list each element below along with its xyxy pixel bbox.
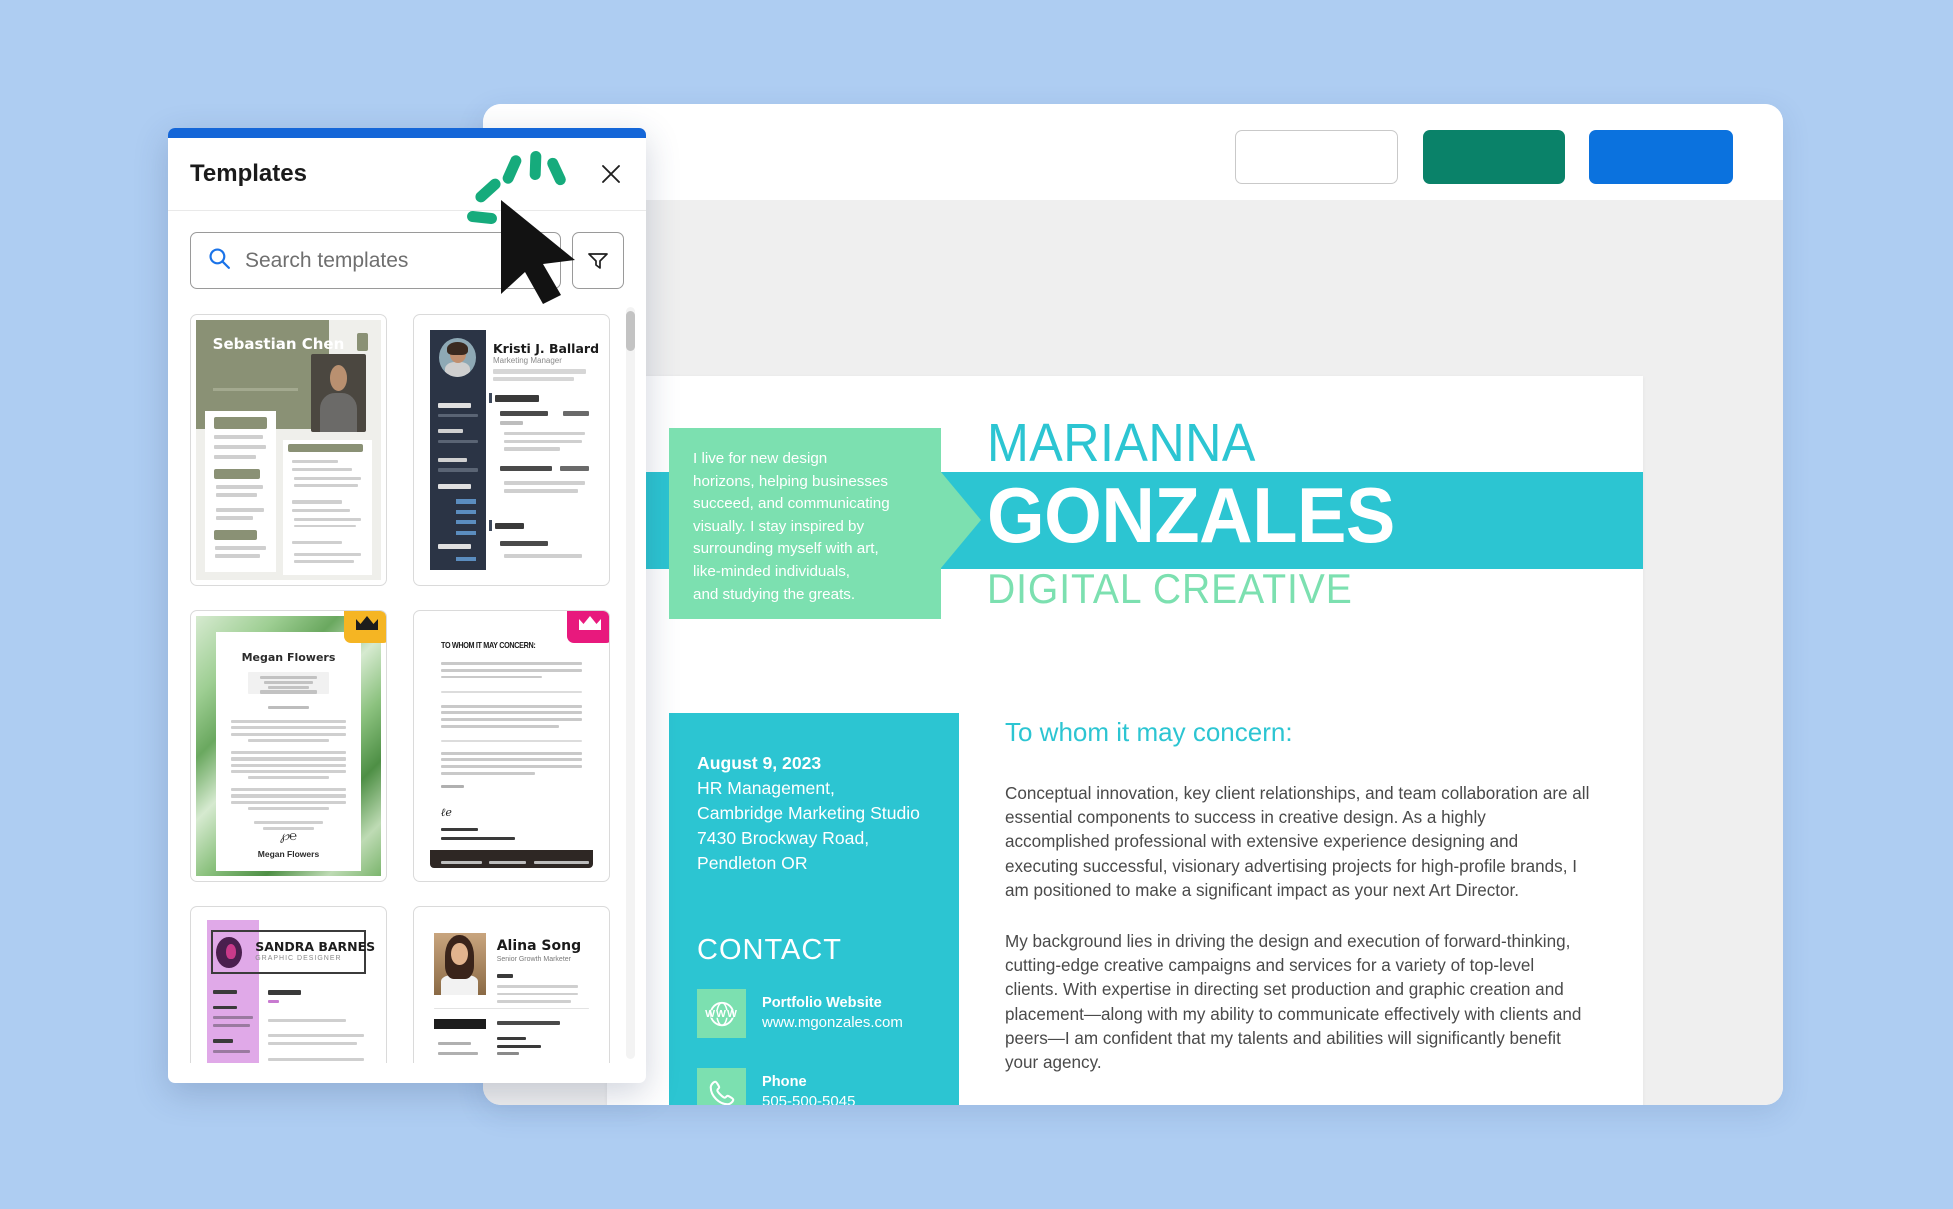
template-card-role: GRAPHIC DESIGNER	[255, 954, 342, 962]
panel-accent-bar	[168, 128, 646, 138]
hero-quote-line: I live for new design	[693, 450, 828, 467]
template-card-name: Megan Flowers	[241, 650, 336, 664]
toolbar-blue-button[interactable]	[1589, 130, 1733, 184]
hero-name-block: MARIANNA GONZALES DIGITAL CREATIVE	[987, 376, 1416, 610]
document-hero: I live for new design horizons, helping …	[607, 376, 1643, 661]
template-card-megan-flowers[interactable]: Megan Flowers ℘℮ Megan Flowers	[190, 610, 387, 882]
template-card-alina-song[interactable]: Alina Song Senior Growth Marketer	[413, 906, 610, 1063]
template-card-kristi-ballard[interactable]: Kristi J. Ballard Marketing Manager	[413, 314, 610, 586]
template-card-role: Marketing Manager	[493, 356, 562, 366]
hero-role: DIGITAL CREATIVE	[987, 565, 1353, 612]
search-placeholder: Search templates	[245, 248, 409, 272]
address-line: Cambridge Marketing Studio	[697, 803, 920, 823]
contact-value: 505-500-5045	[762, 1093, 856, 1105]
hero-first-name: MARIANNA	[987, 413, 1256, 473]
app-window: I live for new design horizons, helping …	[483, 104, 1783, 1105]
address-line: 7430 Brockway Road,	[697, 828, 870, 848]
canvas-area[interactable]: I live for new design horizons, helping …	[483, 200, 1783, 1105]
hero-quote-line: surrounding myself with art,	[693, 540, 879, 558]
letter-paragraph: My background lies in driving the design…	[1005, 932, 1582, 1073]
contact-label: Phone	[762, 1074, 807, 1090]
app-toolbar	[483, 104, 1783, 200]
address-line: Pendleton OR	[697, 853, 808, 873]
templates-search-bar: Search templates	[168, 211, 646, 303]
template-card-name: TO WHOM IT MAY CONCERN:	[440, 639, 536, 650]
letter-paragraph: Conceptual innovation, key client relati…	[1005, 784, 1590, 900]
crown-icon	[567, 611, 609, 643]
panel-title: Templates	[190, 160, 307, 187]
toolbar-green-button[interactable]	[1423, 130, 1565, 184]
close-icon[interactable]	[596, 159, 626, 189]
hero-quote-line: and studying the greats.	[693, 585, 856, 603]
templates-scrollbar-track[interactable]	[626, 307, 635, 1059]
contact-value: www.mgonzales.com	[762, 1014, 903, 1031]
letter-content: To whom it may concern: Conceptual innov…	[959, 713, 1643, 1105]
hero-last-name: GONZALES	[987, 471, 1395, 559]
templates-grid-scroll-area[interactable]: Sebastian Chen Kristi J. Ballard Marketi…	[168, 303, 646, 1063]
template-card-sebastian-chen[interactable]: Sebastian Chen	[190, 314, 387, 586]
house-icon	[356, 333, 369, 352]
signature-mark: ℓe	[440, 805, 452, 819]
letter-greeting: To whom it may concern:	[1005, 717, 1293, 747]
hero-quote-line: horizons, helping businesses	[693, 472, 889, 490]
screen-root: I live for new design horizons, helping …	[0, 0, 1953, 1209]
hero-arrow	[941, 472, 981, 568]
template-card-name: Kristi J. Ballard	[493, 340, 600, 356]
filter-funnel-icon[interactable]	[572, 232, 624, 289]
hero-quote-line: succeed, and communicating	[693, 495, 890, 513]
signature-mark: ℘℮	[280, 829, 297, 845]
hero-quote-line: like-minded individuals,	[693, 562, 851, 580]
contact-row-website: WWW Portfolio Website www.mgonzales.com	[697, 989, 959, 1038]
letter-paragraph: With my keen ability to evolve conceptua…	[1005, 1102, 1591, 1105]
address-line: HR Management,	[697, 778, 835, 798]
hero-quote-box: I live for new design horizons, helping …	[669, 428, 941, 619]
search-icon	[207, 246, 232, 276]
template-card-role: Senior Growth Marketer	[496, 956, 571, 964]
contact-row-phone: Phone 505-500-5045	[697, 1068, 959, 1105]
templates-scrollbar-thumb[interactable]	[626, 311, 635, 351]
phone-icon	[697, 1068, 746, 1105]
template-card-name: Alina Song	[496, 938, 582, 954]
document-body: August 9, 2023 HR Management, Cambridge …	[607, 661, 1643, 1105]
crown-icon	[344, 611, 386, 643]
document-sidebar: August 9, 2023 HR Management, Cambridge …	[669, 713, 959, 1105]
template-card-name: Sebastian Chen	[212, 334, 345, 353]
hero-quote-line: visually. I stay inspired by	[693, 517, 865, 535]
search-input[interactable]: Search templates	[190, 232, 561, 289]
templates-grid: Sebastian Chen Kristi J. Ballard Marketi…	[168, 303, 646, 1063]
globe-www-icon: WWW	[697, 989, 746, 1038]
templates-panel: Templates Search templates Sebastian Che…	[168, 128, 646, 1083]
document-page[interactable]: I live for new design horizons, helping …	[607, 376, 1643, 1105]
letter-date: August 9, 2023	[697, 753, 822, 773]
toolbar-outline-button[interactable]	[1235, 130, 1398, 184]
contact-label: Portfolio Website	[762, 995, 882, 1011]
contact-heading: CONTACT	[697, 934, 843, 966]
templates-panel-header: Templates	[168, 138, 646, 211]
template-card-signature-name: Megan Flowers	[257, 848, 320, 859]
template-card-to-whom-concern[interactable]: TO WHOM IT MAY CONCERN: ℓe	[413, 610, 610, 882]
template-card-name: SANDRA BARNES	[255, 939, 376, 955]
template-card-sandra-barnes[interactable]: SANDRA BARNES GRAPHIC DESIGNER	[190, 906, 387, 1063]
